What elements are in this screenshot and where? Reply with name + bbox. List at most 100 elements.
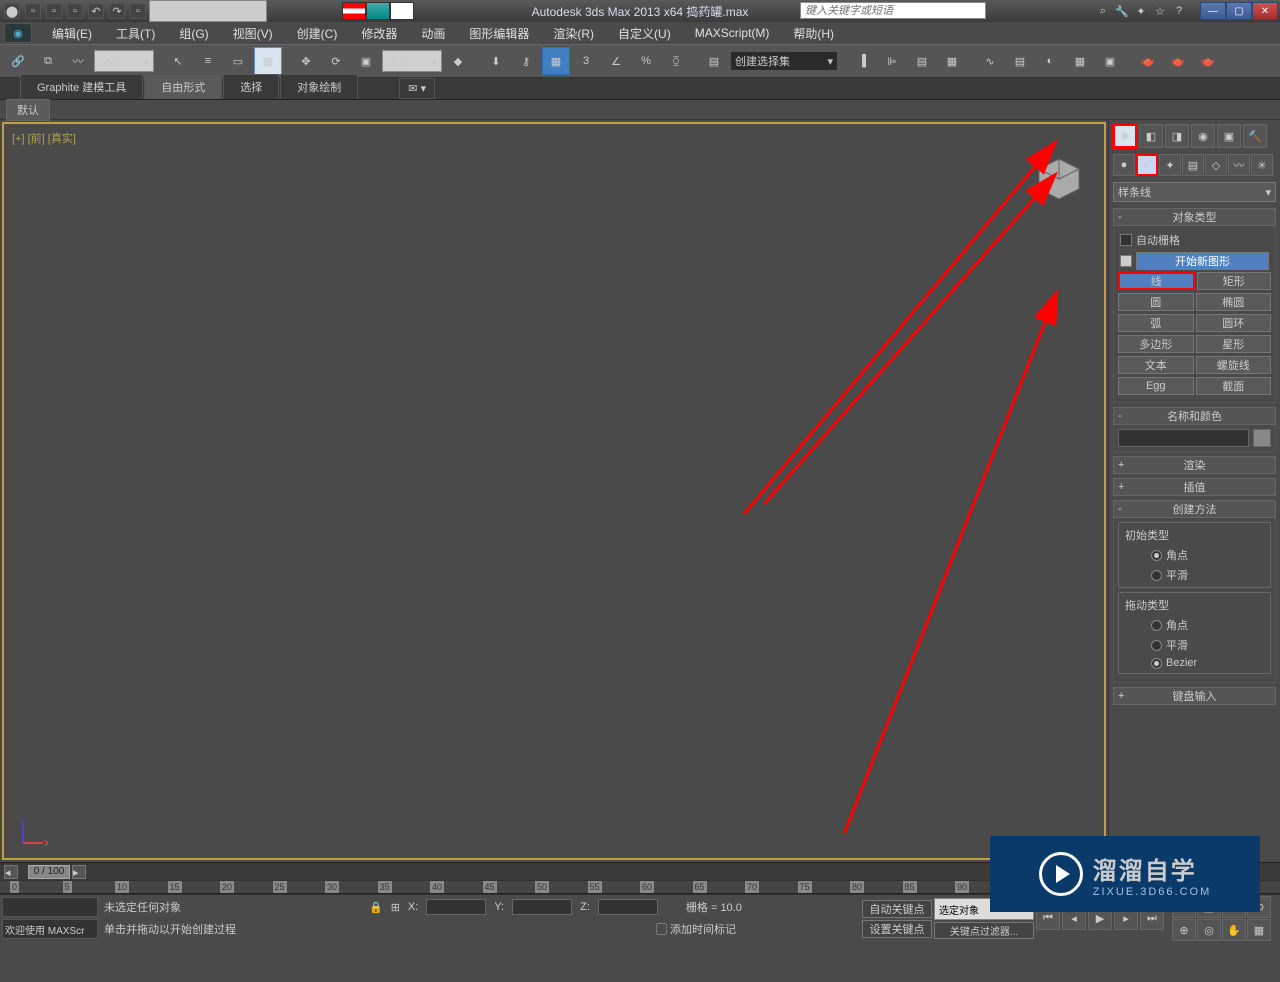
link-tool[interactable]: 🔗 (4, 47, 32, 75)
nav-8[interactable]: ▦ (1247, 919, 1271, 941)
menu-tools[interactable]: 工具(T) (104, 22, 167, 45)
menu-graph[interactable]: 图形编辑器 (457, 22, 541, 45)
rollout-head-render[interactable]: +渲染 (1113, 456, 1276, 474)
keymode-tool[interactable]: ⚷ (512, 47, 540, 75)
y-input[interactable] (512, 899, 572, 915)
ref-coord-dropdown[interactable]: 视图▾ (382, 50, 442, 72)
rollout-head-interp[interactable]: +插值 (1113, 478, 1276, 496)
move-tool[interactable]: ✥ (292, 47, 320, 75)
scale-tool[interactable]: ▣ (352, 47, 380, 75)
pivot-tool[interactable]: ◆ (444, 47, 472, 75)
hierarchy-tab[interactable]: ◨ (1165, 124, 1189, 148)
manip-tool[interactable]: ⬇ (482, 47, 510, 75)
cat-space[interactable]: 〰 (1228, 154, 1250, 176)
viewcube[interactable] (1034, 154, 1084, 204)
cat-cameras[interactable]: ▤ (1182, 154, 1204, 176)
binoculars-icon[interactable]: ⌕ (1095, 3, 1111, 19)
rollout-head-keyboard[interactable]: +键盘输入 (1113, 687, 1276, 705)
btn-line[interactable]: 线 (1118, 272, 1195, 290)
search-box[interactable] (800, 2, 986, 19)
subtab-default[interactable]: 默认 (6, 99, 50, 121)
radio-drag-bezier[interactable]: Bezier (1121, 655, 1268, 671)
radio-init-corner[interactable]: 角点 (1121, 545, 1268, 565)
editor-tool[interactable]: ▤ (700, 47, 728, 75)
btn-arc[interactable]: 弧 (1118, 314, 1194, 332)
redo-icon[interactable]: ↷ (109, 3, 125, 19)
menu-edit[interactable]: 编辑(E) (40, 22, 104, 45)
rotate-tool[interactable]: ⟳ (322, 47, 350, 75)
help-icon[interactable]: ? (1171, 3, 1187, 19)
workspace-dropdown[interactable]: 工作台: 默认▾ (149, 0, 267, 22)
time-tag-icon[interactable]: ▢ 添加时间标记 (656, 921, 736, 937)
layers-tool[interactable]: ▤ (908, 47, 936, 75)
set-key-btn[interactable]: 设置关键点 (862, 920, 932, 938)
cat-lights[interactable]: ✦ (1159, 154, 1181, 176)
btn-star[interactable]: 星形 (1196, 335, 1272, 353)
cat-shapes[interactable]: ◐ (1136, 154, 1158, 176)
start-new-check[interactable]: ✓开始新图形 (1118, 250, 1271, 272)
nav-7[interactable]: ✋ (1222, 919, 1246, 941)
snap-3[interactable]: 3 (572, 47, 600, 75)
tab-selection[interactable]: 选择 (223, 74, 279, 99)
time-right-btn[interactable]: ▸ (72, 865, 86, 879)
nav-6[interactable]: ◎ (1197, 919, 1221, 941)
schematic-tool[interactable]: ▦ (938, 47, 966, 75)
lock-icon[interactable]: 🔒 (369, 901, 383, 914)
btn-donut[interactable]: 圆环 (1196, 314, 1272, 332)
btn-helix[interactable]: 螺旋线 (1196, 356, 1272, 374)
search-input[interactable] (801, 3, 985, 18)
close-button[interactable]: ✕ (1252, 2, 1278, 20)
script-mini[interactable] (2, 897, 98, 917)
btn-section[interactable]: 截面 (1196, 377, 1272, 395)
btn-egg[interactable]: Egg (1118, 377, 1194, 395)
unlink-tool[interactable]: ⧉ (34, 47, 62, 75)
save-icon[interactable]: ▫ (67, 3, 83, 19)
btn-rect[interactable]: 矩形 (1197, 272, 1272, 290)
ribbon-dropdown[interactable]: ✉ ▾ (399, 78, 435, 99)
radio-drag-corner[interactable]: 角点 (1121, 615, 1268, 635)
undo-icon[interactable]: ↶ (88, 3, 104, 19)
rollout-head-method[interactable]: -创建方法 (1113, 500, 1276, 518)
select-name-tool[interactable]: ≡ (194, 47, 222, 75)
rect-select-tool[interactable]: ▭ (224, 47, 252, 75)
cat-helpers[interactable]: ◇ (1205, 154, 1227, 176)
new-icon[interactable]: ▫ (25, 3, 41, 19)
menu-modifiers[interactable]: 修改器 (349, 22, 409, 45)
viewport-label[interactable]: [+] [前] [真实] (12, 130, 76, 146)
render-frame-tool[interactable]: ▣ (1096, 47, 1124, 75)
rollout-head-namecolor[interactable]: -名称和颜色 (1113, 407, 1276, 425)
comm-icon[interactable]: ✦ (1133, 3, 1149, 19)
snap-toggle[interactable]: ▦ (542, 47, 570, 75)
render-setup-tool[interactable]: ▦ (1066, 47, 1094, 75)
shape-type-dropdown[interactable]: 样条线▾ (1113, 182, 1276, 202)
maximize-button[interactable]: ▢ (1226, 2, 1252, 20)
name-input[interactable] (1118, 429, 1249, 447)
auto-key-btn[interactable]: 自动关键点 (862, 900, 932, 918)
curve-editor-tool[interactable]: ∿ (976, 47, 1004, 75)
btn-ellipse[interactable]: 椭圆 (1196, 293, 1272, 311)
percent-snap[interactable]: % (632, 47, 660, 75)
render-prod-tool[interactable]: 🫖 (1134, 47, 1162, 75)
filter-dropdown[interactable]: 全部▾ (94, 50, 154, 72)
link-icon[interactable]: ▫ (130, 3, 146, 19)
open-icon[interactable]: ▫ (46, 3, 62, 19)
nav-5[interactable]: ⊕ (1172, 919, 1196, 941)
viewport[interactable]: [+] [前] [真实] zx (2, 122, 1106, 860)
wrench-icon[interactable]: 🔧 (1114, 3, 1130, 19)
radio-drag-smooth[interactable]: 平滑 (1121, 635, 1268, 655)
display-tab[interactable]: ▣ (1217, 124, 1241, 148)
menu-customize[interactable]: 自定义(U) (606, 22, 683, 45)
window-crossing-tool[interactable]: ▦ (254, 47, 282, 75)
cat-systems[interactable]: ✳ (1251, 154, 1273, 176)
motion-tab[interactable]: ◉ (1191, 124, 1215, 148)
color-swatch[interactable] (1253, 429, 1271, 447)
bind-tool[interactable]: 〰 (64, 47, 92, 75)
btn-circle[interactable]: 圆 (1118, 293, 1194, 311)
utilities-tab[interactable]: 🔨 (1243, 124, 1267, 148)
key-filter-btn[interactable]: 关键点过滤器... (934, 922, 1034, 939)
menu-help[interactable]: 帮助(H) (781, 22, 846, 45)
menu-view[interactable]: 视图(V) (221, 22, 285, 45)
menu-group[interactable]: 组(G) (167, 22, 220, 45)
x-input[interactable] (426, 899, 486, 915)
radio-init-smooth[interactable]: 平滑 (1121, 565, 1268, 585)
